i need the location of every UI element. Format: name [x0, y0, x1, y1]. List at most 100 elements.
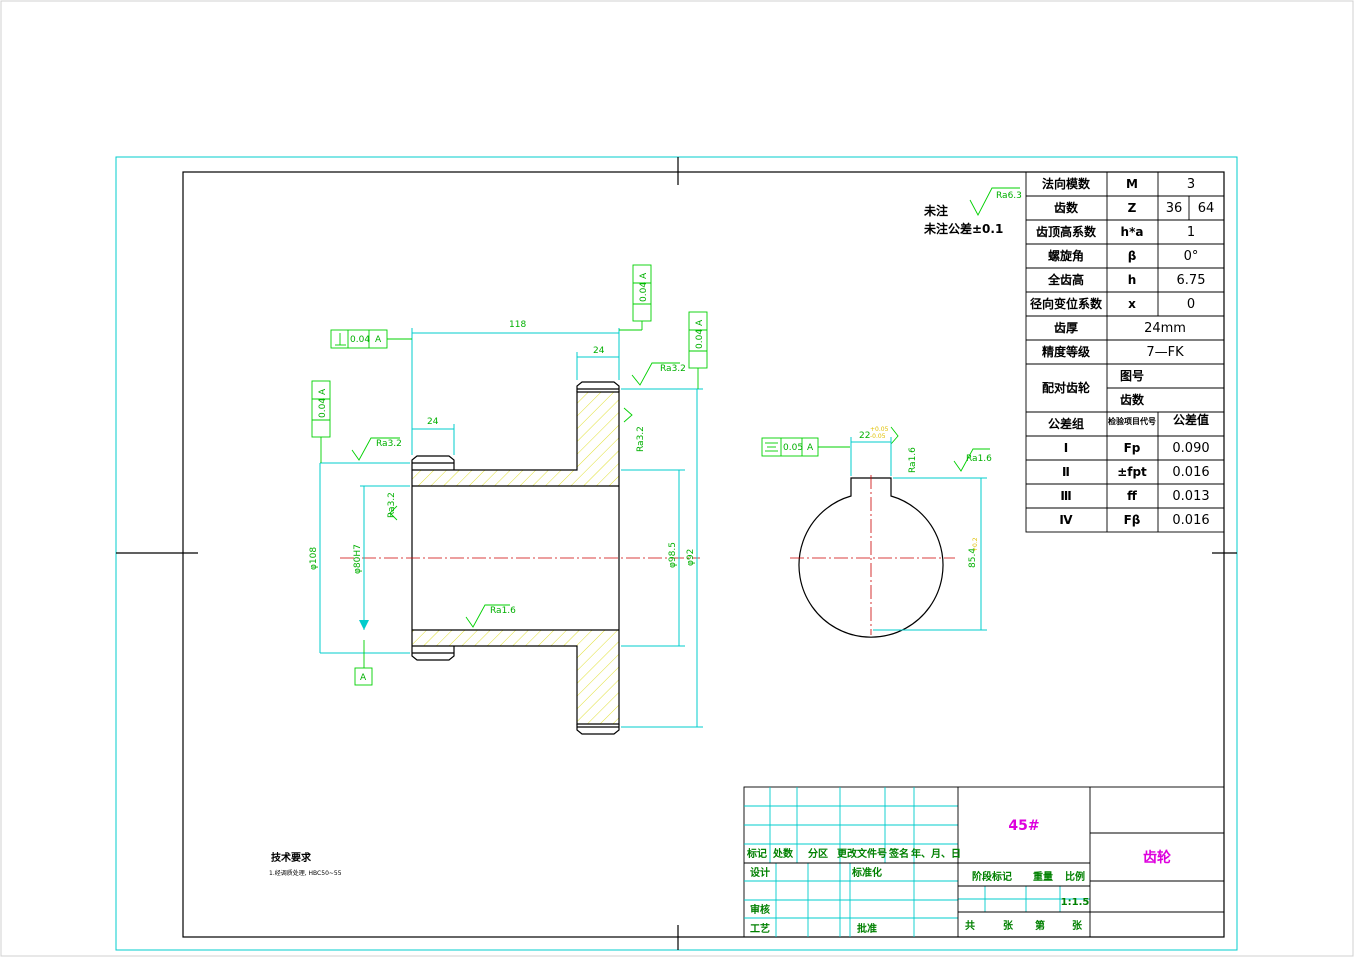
mating-label: 配对齿轮	[1042, 380, 1091, 395]
gdt-runout-3: 0.04 A	[311, 380, 331, 463]
ra32-hub: Ra3.2	[376, 439, 402, 449]
tb-sheet-unit: 张	[1003, 919, 1014, 932]
datum-box: A	[354, 640, 373, 686]
gdt-run3-value: 0.04	[318, 398, 328, 418]
parameter-table: 法向模数 M 3 齿数 Z 36 64 齿顶高系数 h*a 1 螺旋角 β 0°…	[1025, 171, 1225, 533]
tb-page-unit: 张	[1072, 919, 1083, 932]
end-view-dimensions	[850, 437, 987, 631]
tb-review: 审核	[750, 903, 770, 916]
ra32-bore: Ra3.2	[387, 492, 397, 518]
note-tolerance: 未注公差±0.1	[923, 221, 1003, 236]
dim-key-22-up: +0.05	[870, 426, 889, 433]
dim-phi108: φ108	[309, 547, 319, 570]
ra16-key: Ra1.6	[966, 454, 992, 464]
tol-3-group: Ⅳ	[1059, 513, 1073, 527]
param-4-name: 全齿高	[1047, 272, 1084, 287]
ra16-keyside: Ra1.6	[908, 447, 918, 473]
gdt-run3-ref: A	[318, 388, 328, 395]
tb-header-3: 更改文件号	[837, 847, 887, 860]
gdt-run2-ref: A	[695, 319, 705, 326]
param-1-sym: Z	[1128, 201, 1137, 215]
param-5-name: 径向变位系数	[1030, 296, 1103, 311]
dim-118: 118	[509, 320, 526, 330]
tb-total: 共	[965, 919, 975, 932]
section-dimensions	[319, 328, 703, 728]
param-4-val: 6.75	[1177, 273, 1206, 288]
gdt-perp: 0.04 A	[330, 329, 412, 349]
param-2-name: 齿顶高系数	[1036, 224, 1097, 239]
tb-part-name: 齿轮	[1143, 849, 1171, 866]
param-0-sym: M	[1126, 177, 1138, 191]
tb-header-2: 分区	[808, 847, 828, 860]
dim-rim-24: 24	[593, 346, 605, 356]
section-view	[340, 381, 700, 735]
param-6-val: 24mm	[1144, 321, 1186, 336]
tb-header-4: 签名	[888, 847, 909, 860]
datum-arrow	[359, 620, 369, 630]
param-5-sym: x	[1128, 297, 1136, 311]
param-3-sym: β	[1128, 249, 1137, 263]
param-7-name: 精度等级	[1042, 344, 1090, 359]
param-0-val: 3	[1187, 177, 1195, 192]
tb-material: 45#	[1008, 818, 1039, 834]
tb-design: 设计	[750, 866, 770, 879]
ra16-bore: Ra1.6	[490, 606, 516, 616]
tol-3-item: Fβ	[1124, 513, 1141, 527]
datum-label: A	[360, 673, 367, 683]
tol-1-value: 0.016	[1172, 465, 1209, 480]
tol-0-value: 0.090	[1172, 441, 1209, 456]
tb-scale-label: 比例	[1065, 870, 1085, 883]
sheet-edge	[0, 0, 1354, 957]
end-view	[790, 475, 955, 638]
tol-2-group: Ⅲ	[1060, 489, 1071, 503]
param-3-name: 螺旋角	[1048, 248, 1084, 263]
tol-1-item: ±fpt	[1117, 465, 1147, 479]
param-3-val: 0°	[1184, 249, 1199, 264]
rim-hatch-bottom	[577, 646, 619, 724]
dim-phi80: φ80H7	[353, 544, 363, 574]
ra63-default: Ra6.3	[996, 191, 1022, 201]
tol-0-item: Fp	[1124, 441, 1141, 455]
roughness-text: Ra3.2 Ra3.2 Ra3.2 Ra3.2 Ra1.6 Ra1.6 Ra1.…	[376, 191, 1022, 616]
tol-header-group: 公差组	[1048, 416, 1084, 431]
tb-standard: 标准化	[851, 866, 882, 879]
tol-2-value: 0.013	[1172, 489, 1209, 504]
rim-hatch-top	[577, 392, 619, 470]
param-2-val: 1	[1187, 225, 1195, 240]
tol-1-group: Ⅱ	[1062, 465, 1070, 479]
mating-teeth: 齿数	[1120, 392, 1145, 407]
gdt-perp-ref: A	[375, 335, 382, 345]
dim-phi92: φ92	[686, 549, 696, 566]
tol-2-item: ff	[1127, 489, 1137, 503]
end-view-dim-text: 22 +0.05 -0.05 85.4 +0.2	[859, 426, 979, 568]
tol-0-group: Ⅰ	[1064, 441, 1068, 455]
tech-title: 技术要求	[271, 851, 312, 864]
tol-3-value: 0.016	[1172, 513, 1209, 528]
gdt-perp-value: 0.04	[350, 335, 370, 345]
note-unmarked: 未注	[923, 203, 948, 218]
tb-header-1: 处数	[772, 847, 794, 860]
gdt-runout-1: 0.04 A	[619, 264, 652, 331]
gdt-sym-ref: A	[807, 443, 814, 453]
tb-header-0: 标记	[746, 847, 767, 860]
gdt-run2-value: 0.04	[695, 329, 705, 349]
hub-hatch-top	[412, 470, 619, 486]
engineering-drawing: 118 24 24 φ108 φ80H7 φ98.5 φ92 Ra3.2 Ra3…	[0, 0, 1354, 957]
param-4-sym: h	[1128, 273, 1137, 287]
gdt-run1-value: 0.04	[639, 282, 649, 302]
dim-hub-24: 24	[427, 417, 439, 427]
dim-key-22: 22	[859, 431, 870, 441]
gdt-symmetry: 0.05 A	[761, 437, 850, 457]
tol-header-item: 检验项目代号	[1108, 416, 1156, 426]
tech-line-1: 1.经调质处理, HBC50~55	[269, 869, 342, 877]
param-7-val: 7—FK	[1146, 345, 1184, 360]
param-5-val: 0	[1187, 297, 1195, 312]
param-1-val1: 36	[1166, 201, 1183, 216]
tb-process: 工艺	[750, 922, 770, 935]
tb-weight: 重量	[1033, 870, 1053, 883]
param-1-name: 齿数	[1054, 200, 1079, 215]
tb-scale: 1:1.5	[1061, 897, 1090, 908]
ra32-rim: Ra3.2	[660, 364, 686, 374]
gdt-runout-2: 0.04 A	[688, 311, 708, 389]
gdt-sym-value: 0.05	[783, 443, 803, 453]
